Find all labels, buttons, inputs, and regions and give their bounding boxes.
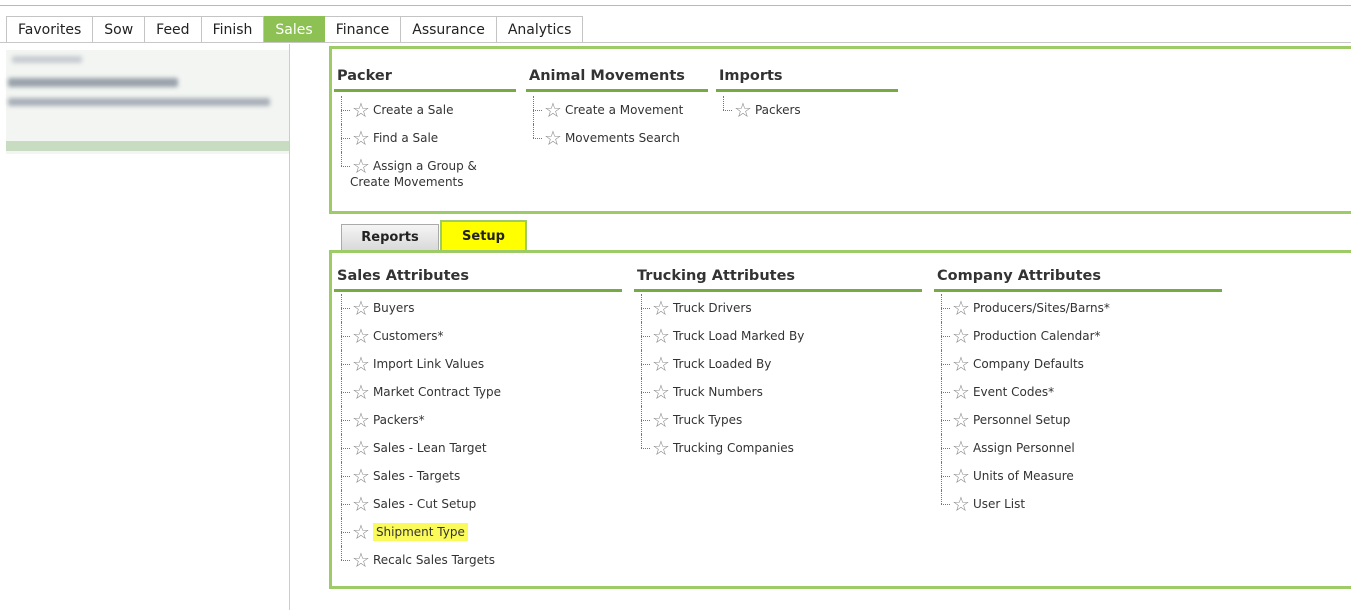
star-outline-icon[interactable]: ☆ <box>352 434 370 462</box>
section-title: Animal Movements <box>526 68 708 92</box>
company-logo-placeholder <box>12 56 82 63</box>
section-animal-movements: Animal Movements ☆ Create a Movement ☆ Mov… <box>526 68 708 152</box>
tab-feed[interactable]: Feed <box>145 16 202 43</box>
section-company-attributes: Company Attributes ☆ Producers/Sites/Barn… <box>934 268 1222 518</box>
company-detail-redacted <box>8 98 270 106</box>
highlighted-label: Shipment Type <box>372 523 468 541</box>
link-user-list[interactable]: ☆ User List <box>934 490 1222 518</box>
link-event-codes[interactable]: ☆ Event Codes* <box>934 378 1222 406</box>
link-truck-types[interactable]: ☆ Truck Types <box>634 406 922 434</box>
link-personnel-setup[interactable]: ☆ Personnel Setup <box>934 406 1222 434</box>
star-outline-icon[interactable]: ☆ <box>652 294 670 322</box>
star-outline-icon[interactable]: ☆ <box>952 294 970 322</box>
tab-baseline <box>0 42 1351 43</box>
link-packers-import[interactable]: ☆ Packers <box>716 96 898 124</box>
section-title: Sales Attributes <box>334 268 622 292</box>
link-truck-loaded-by[interactable]: ☆ Truck Loaded By <box>634 350 922 378</box>
link-company-defaults[interactable]: ☆ Company Defaults <box>934 350 1222 378</box>
link-sales-lean-target[interactable]: ☆ Sales - Lean Target <box>334 434 622 462</box>
star-outline-icon[interactable]: ☆ <box>352 406 370 434</box>
star-outline-icon[interactable]: ☆ <box>352 96 370 124</box>
star-outline-icon[interactable]: ☆ <box>652 322 670 350</box>
section-trucking-attributes: Trucking Attributes ☆ Truck Drivers ☆ Truc… <box>634 268 922 462</box>
sidebar-divider <box>6 141 289 151</box>
link-sales-cut-setup[interactable]: ☆ Sales - Cut Setup <box>334 490 622 518</box>
star-outline-icon[interactable]: ☆ <box>352 518 370 546</box>
link-truck-numbers[interactable]: ☆ Truck Numbers <box>634 378 922 406</box>
link-truck-load-marked-by[interactable]: ☆ Truck Load Marked By <box>634 322 922 350</box>
tab-reports[interactable]: Reports <box>341 224 439 251</box>
company-info-box <box>6 50 289 154</box>
link-buyers[interactable]: ☆ Buyers <box>334 294 622 322</box>
star-outline-icon[interactable]: ☆ <box>734 96 752 124</box>
link-assign-group-create-movements[interactable]: ☆ Assign a Group & Create Movements <box>334 152 516 192</box>
star-outline-icon[interactable]: ☆ <box>352 546 370 574</box>
link-create-a-sale[interactable]: ☆ Create a Sale <box>334 96 516 124</box>
star-outline-icon[interactable]: ☆ <box>352 294 370 322</box>
star-outline-icon[interactable]: ☆ <box>352 156 370 176</box>
tab-sow[interactable]: Sow <box>93 16 146 43</box>
link-producers-sites-barns[interactable]: ☆ Producers/Sites/Barns* <box>934 294 1222 322</box>
star-outline-icon[interactable]: ☆ <box>952 350 970 378</box>
star-outline-icon[interactable]: ☆ <box>652 350 670 378</box>
link-import-link-values[interactable]: ☆ Import Link Values <box>334 350 622 378</box>
module-tabs: Favorites Sow Feed Finish Sales Finance … <box>6 16 584 43</box>
star-outline-icon[interactable]: ☆ <box>952 434 970 462</box>
star-outline-icon[interactable]: ☆ <box>652 406 670 434</box>
link-trucking-companies[interactable]: ☆ Trucking Companies <box>634 434 922 462</box>
section-imports: Imports ☆ Packers <box>716 68 898 124</box>
tab-favorites[interactable]: Favorites <box>7 16 94 43</box>
link-assign-personnel[interactable]: ☆ Assign Personnel <box>934 434 1222 462</box>
star-outline-icon[interactable]: ☆ <box>952 462 970 490</box>
link-customers[interactable]: ☆ Customers* <box>334 322 622 350</box>
sidebar <box>0 44 290 610</box>
tab-setup[interactable]: Setup <box>440 220 527 252</box>
star-outline-icon[interactable]: ☆ <box>952 378 970 406</box>
tab-sales[interactable]: Sales <box>264 16 325 43</box>
star-outline-icon[interactable]: ☆ <box>544 96 562 124</box>
link-create-a-movement[interactable]: ☆ Create a Movement <box>526 96 708 124</box>
top-navigation: Favorites Sow Feed Finish Sales Finance … <box>0 0 1351 44</box>
link-production-calendar[interactable]: ☆ Production Calendar* <box>934 322 1222 350</box>
star-outline-icon[interactable]: ☆ <box>352 124 370 152</box>
tab-finish[interactable]: Finish <box>201 16 265 43</box>
link-truck-drivers[interactable]: ☆ Truck Drivers <box>634 294 922 322</box>
tab-analytics[interactable]: Analytics <box>496 16 584 43</box>
star-outline-icon[interactable]: ☆ <box>652 378 670 406</box>
tab-finance[interactable]: Finance <box>324 16 402 43</box>
star-outline-icon[interactable]: ☆ <box>952 490 970 518</box>
company-name-redacted <box>8 78 178 87</box>
link-shipment-type[interactable]: ☆ Shipment Type <box>334 518 622 546</box>
star-outline-icon[interactable]: ☆ <box>952 322 970 350</box>
section-title: Company Attributes <box>934 268 1222 292</box>
section-title: Trucking Attributes <box>634 268 922 292</box>
link-sales-targets[interactable]: ☆ Sales - Targets <box>334 462 622 490</box>
star-outline-icon[interactable]: ☆ <box>544 124 562 152</box>
star-outline-icon[interactable]: ☆ <box>352 350 370 378</box>
section-sales-attributes: Sales Attributes ☆ Buyers ☆ Customers* ☆ Im… <box>334 268 622 574</box>
section-packer: Packer ☆ Create a Sale ☆ Find a Sale ☆ Assi… <box>334 68 516 192</box>
star-outline-icon[interactable]: ☆ <box>652 434 670 462</box>
link-find-a-sale[interactable]: ☆ Find a Sale <box>334 124 516 152</box>
link-units-of-measure[interactable]: ☆ Units of Measure <box>934 462 1222 490</box>
star-outline-icon[interactable]: ☆ <box>952 406 970 434</box>
section-title: Imports <box>716 68 898 92</box>
star-outline-icon[interactable]: ☆ <box>352 490 370 518</box>
link-market-contract-type[interactable]: ☆ Market Contract Type <box>334 378 622 406</box>
tab-assurance[interactable]: Assurance <box>401 16 497 43</box>
link-recalc-sales-targets[interactable]: ☆ Recalc Sales Targets <box>334 546 622 574</box>
star-outline-icon[interactable]: ☆ <box>352 322 370 350</box>
star-outline-icon[interactable]: ☆ <box>352 378 370 406</box>
link-movements-search[interactable]: ☆ Movements Search <box>526 124 708 152</box>
section-title: Packer <box>334 68 516 92</box>
link-packers[interactable]: ☆ Packers* <box>334 406 622 434</box>
top-rule <box>0 5 1351 6</box>
star-outline-icon[interactable]: ☆ <box>352 462 370 490</box>
